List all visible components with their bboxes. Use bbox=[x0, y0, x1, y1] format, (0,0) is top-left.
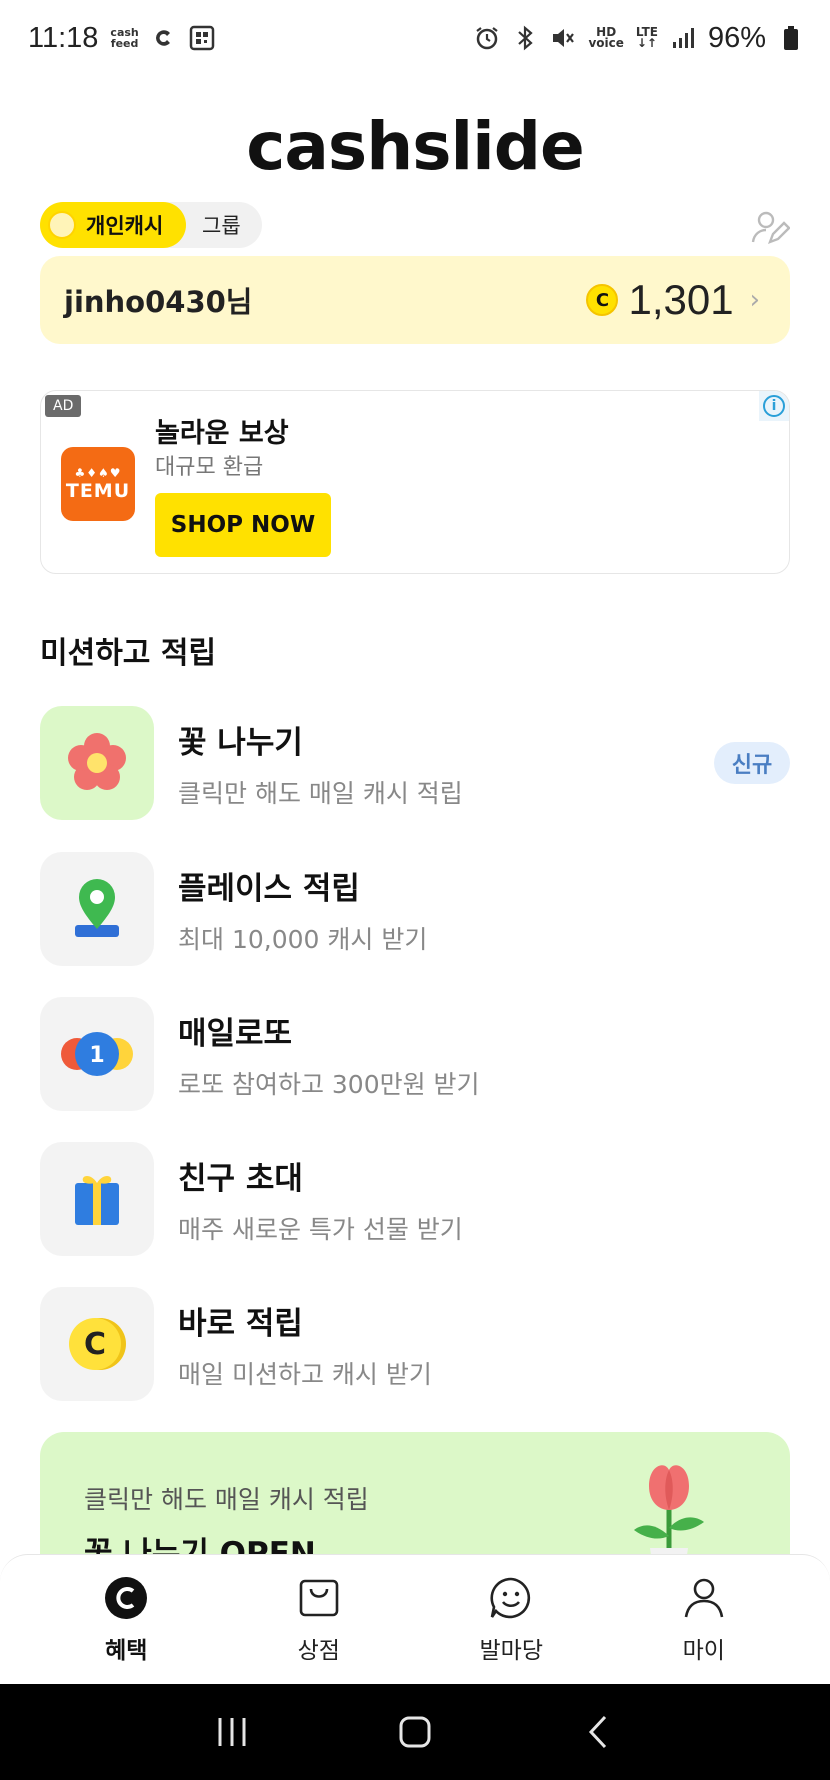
temu-logo-text: TEMU bbox=[65, 480, 131, 502]
ad-banner[interactable]: AD i ♣♦♠♥ TEMU 놀라운 보상 대규모 환급 SHOP NOW bbox=[40, 390, 790, 574]
mission-place[interactable]: 플레이스 적립 최대 10,000 캐시 받기 bbox=[40, 852, 790, 966]
back-icon bbox=[589, 1715, 607, 1749]
nav-item-community[interactable]: 발마당 bbox=[441, 1575, 581, 1665]
cashfeed-line2: feed bbox=[110, 37, 139, 50]
flower-icon bbox=[40, 706, 154, 820]
temu-logo: ♣♦♠♥ TEMU bbox=[61, 447, 135, 521]
mission-text: 바로 적립 매일 미션하고 캐시 받기 bbox=[178, 1298, 432, 1391]
mute-icon bbox=[550, 25, 576, 51]
hd-voice-icon: HD voice bbox=[588, 26, 624, 50]
mission-text: 매일로또 로또 참여하고 300만원 받기 bbox=[178, 1008, 480, 1101]
nav-item-benefit[interactable]: 혜택 bbox=[56, 1575, 196, 1665]
coin-letter: C bbox=[84, 1327, 106, 1362]
nav-item-my[interactable]: 마이 bbox=[634, 1575, 774, 1665]
lte-line2: ↓↑ bbox=[636, 36, 657, 50]
mission-invite-friend[interactable]: 친구 초대 매주 새로운 특가 선물 받기 bbox=[40, 1142, 790, 1256]
lte-icon: LTE ↓↑ bbox=[636, 26, 658, 50]
battery-icon bbox=[778, 25, 804, 51]
shop-bag-icon bbox=[299, 1579, 339, 1616]
toggle-knob bbox=[48, 211, 76, 239]
mission-desc: 클릭만 해도 매일 캐시 적립 bbox=[178, 778, 463, 808]
status-bar: 11:18 cash feed HD voice LTE ↓↑ 96% bbox=[0, 0, 830, 76]
recent-apps-button[interactable] bbox=[207, 1707, 257, 1757]
username: jinho0430님 bbox=[64, 285, 253, 319]
coin-icon: C bbox=[586, 284, 619, 316]
new-badge: 신규 bbox=[714, 742, 790, 784]
profile-edit-icon[interactable] bbox=[750, 208, 791, 248]
nav-label: 발마당 bbox=[479, 1637, 543, 1664]
bluetooth-icon bbox=[512, 25, 538, 51]
toggle-group[interactable]: 그룹 bbox=[186, 210, 241, 240]
bottom-nav: 혜택 상점 발마당 마이 bbox=[0, 1554, 830, 1684]
chat-smile-icon bbox=[490, 1577, 531, 1618]
balance-card[interactable]: jinho0430님 C 1,301 › bbox=[40, 256, 790, 344]
signal-icon bbox=[670, 25, 696, 51]
banner-subtitle: 클릭만 해도 매일 캐시 적립 bbox=[84, 1485, 369, 1514]
status-right: HD voice LTE ↓↑ 96% bbox=[474, 22, 804, 55]
info-icon: i bbox=[763, 395, 785, 417]
mission-desc: 매일 미션하고 캐시 받기 bbox=[178, 1359, 432, 1389]
balance-amount-group: C 1,301 › bbox=[586, 276, 760, 324]
status-time: 11:18 bbox=[28, 21, 99, 54]
home-button[interactable] bbox=[390, 1707, 440, 1757]
lotto-number: 1 bbox=[89, 1043, 104, 1068]
mission-desc: 매주 새로운 특가 선물 받기 bbox=[178, 1214, 463, 1244]
app-logo: cashslide bbox=[246, 108, 584, 185]
mission-text: 친구 초대 매주 새로운 특가 선물 받기 bbox=[178, 1153, 463, 1246]
mission-title: 매일로또 bbox=[178, 1015, 293, 1052]
mission-title: 바로 적립 bbox=[178, 1305, 303, 1342]
recent-apps-icon bbox=[218, 1718, 246, 1746]
mission-desc: 로또 참여하고 300만원 받기 bbox=[178, 1069, 480, 1099]
status-left: 11:18 cash feed bbox=[28, 22, 215, 55]
app-notification-icon bbox=[151, 25, 177, 51]
mission-text: 꽃 나누기 클릭만 해도 매일 캐시 적립 bbox=[178, 717, 463, 810]
cash-type-toggle: 개인캐시 그룹 bbox=[40, 202, 262, 248]
toggle-personal-label: 개인캐시 bbox=[86, 214, 164, 238]
ad-badge: AD bbox=[45, 395, 82, 417]
qr-notification-icon bbox=[189, 25, 215, 51]
temu-logo-icons: ♣♦♠♥ bbox=[74, 466, 122, 480]
balance-value: 1,301 bbox=[628, 276, 734, 323]
mission-title: 꽃 나누기 bbox=[178, 724, 303, 761]
benefit-icon bbox=[105, 1576, 148, 1619]
gift-icon bbox=[40, 1142, 154, 1256]
back-button[interactable] bbox=[573, 1707, 623, 1757]
nav-item-shop[interactable]: 상점 bbox=[249, 1575, 389, 1665]
shop-now-button[interactable]: SHOP NOW bbox=[155, 493, 331, 557]
nav-label: 혜택 bbox=[105, 1637, 148, 1664]
ad-info-button[interactable]: i bbox=[759, 391, 789, 421]
toggle-personal-cash[interactable]: 개인캐시 bbox=[40, 202, 186, 248]
battery-percent: 96% bbox=[707, 21, 766, 54]
nav-label: 마이 bbox=[682, 1637, 725, 1664]
ad-subtitle: 대규모 환급 bbox=[155, 455, 264, 480]
map-pin-icon bbox=[40, 852, 154, 966]
system-navigation-bar bbox=[0, 1684, 830, 1780]
alarm-icon bbox=[474, 25, 500, 51]
mission-desc: 최대 10,000 캐시 받기 bbox=[178, 924, 428, 954]
mission-flower-share[interactable]: 꽃 나누기 클릭만 해도 매일 캐시 적립 신규 bbox=[40, 706, 790, 820]
home-icon bbox=[399, 1716, 431, 1748]
mission-title: 플레이스 적립 bbox=[178, 870, 360, 907]
lotto-ball-icon: 1 bbox=[40, 997, 154, 1111]
missions-section-title: 미션하고 적립 bbox=[40, 636, 217, 671]
mission-instant-earn[interactable]: C 바로 적립 매일 미션하고 캐시 받기 bbox=[40, 1287, 790, 1401]
cashfeed-notification-icon: cash feed bbox=[110, 27, 138, 49]
mission-text: 플레이스 적립 최대 10,000 캐시 받기 bbox=[178, 863, 427, 956]
cash-coin-icon: C bbox=[40, 1287, 154, 1401]
nav-label: 상점 bbox=[297, 1637, 340, 1664]
hd-line2: voice bbox=[588, 36, 624, 50]
ad-title: 놀라운 보상 bbox=[155, 418, 289, 449]
mission-title: 친구 초대 bbox=[178, 1160, 303, 1197]
person-icon bbox=[684, 1578, 724, 1617]
mission-daily-lotto[interactable]: 1 매일로또 로또 참여하고 300만원 받기 bbox=[40, 997, 790, 1111]
chevron-right-icon: › bbox=[749, 285, 760, 315]
